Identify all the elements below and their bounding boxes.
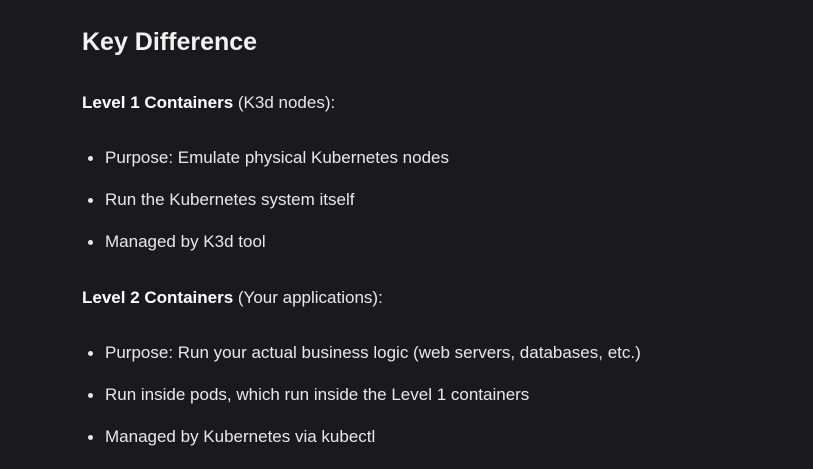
list-item: Run inside pods, which run inside the Le…	[82, 385, 641, 427]
level1-title: Level 1 Containers	[82, 93, 234, 112]
list-item: Run the Kubernetes system itself	[82, 190, 449, 232]
level1-note: (K3d nodes):	[233, 93, 336, 112]
level1-label: Level 1 Containers (K3d nodes):	[82, 93, 335, 113]
level1-list: Purpose: Emulate physical Kubernetes nod…	[82, 148, 449, 274]
level2-note: (Your applications):	[233, 288, 383, 307]
section-heading: Key Difference	[82, 28, 258, 56]
list-item: Purpose: Emulate physical Kubernetes nod…	[82, 148, 449, 190]
list-item: Managed by K3d tool	[82, 232, 449, 274]
list-item: Managed by Kubernetes via kubectl	[82, 427, 641, 469]
level2-title: Level 2 Containers	[82, 288, 234, 307]
level2-label: Level 2 Containers (Your applications):	[82, 288, 383, 308]
level2-list: Purpose: Run your actual business logic …	[82, 343, 641, 469]
list-item: Purpose: Run your actual business logic …	[82, 343, 641, 385]
